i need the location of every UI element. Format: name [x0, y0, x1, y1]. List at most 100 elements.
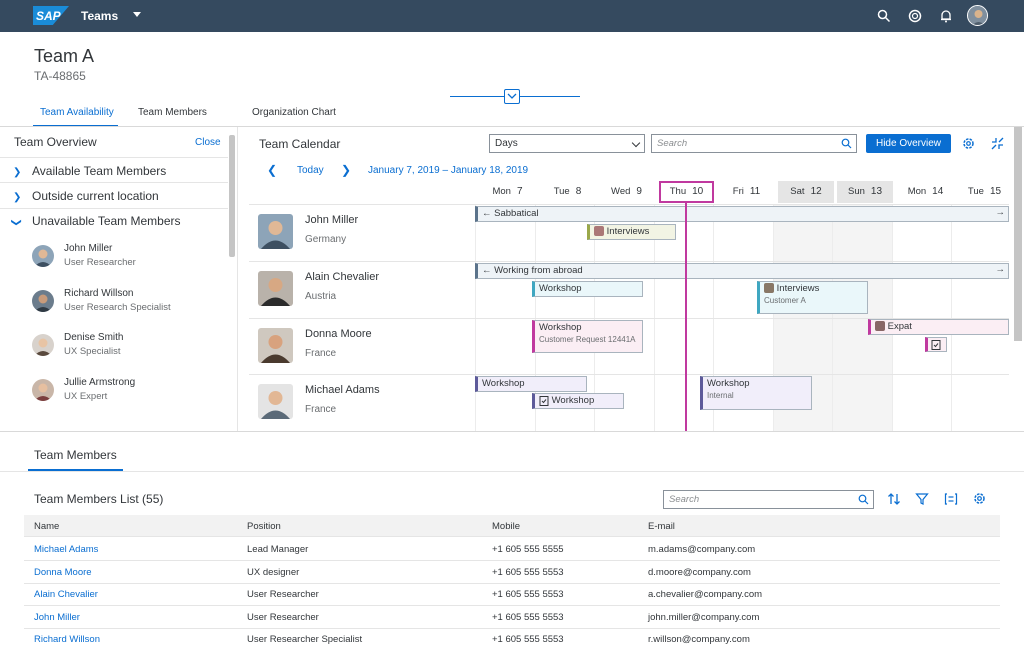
overview-scrollbar[interactable] [229, 135, 235, 257]
cell-mobile: +1 605 555 5553 [492, 589, 564, 600]
notification-bell-icon[interactable] [939, 9, 953, 23]
group-available[interactable]: ❯ Available Team Members [0, 157, 228, 183]
cell-email: john.miller@company.com [648, 612, 760, 623]
sap-logo[interactable]: SAP [33, 6, 69, 25]
person-icon [594, 226, 604, 237]
avatar [32, 245, 54, 267]
person-location: France [305, 404, 337, 415]
person-icon [764, 283, 774, 294]
avatar [258, 271, 293, 306]
day-header-weekend[interactable]: Sat 12 [778, 181, 834, 203]
group-icon[interactable] [944, 492, 958, 506]
person-name: Donna Moore [305, 328, 372, 340]
hide-overview-button[interactable]: Hide Overview [866, 134, 951, 153]
day-header[interactable]: Fri 11 [718, 181, 775, 203]
day-header-today[interactable]: Thu 10 [659, 181, 714, 203]
column-header-position[interactable]: Position [247, 521, 281, 532]
member-role: UX Expert [64, 391, 108, 402]
appointment-expat[interactable]: Expat [868, 319, 1009, 335]
cell-email: r.willson@company.com [648, 634, 750, 645]
member-role: UX Specialist [64, 346, 121, 357]
cell-name-link[interactable]: John Miller [34, 612, 80, 623]
search-icon[interactable] [841, 138, 852, 149]
settings-icon[interactable] [973, 492, 986, 505]
appointment-workshop-customer-request[interactable]: Workshop Customer Request 12441A [532, 320, 643, 353]
cell-name-link[interactable]: Richard Willson [34, 634, 100, 645]
filter-icon[interactable] [915, 492, 929, 506]
view-select-value: Days [495, 138, 518, 149]
cell-name-link[interactable]: Alain Chevalier [34, 589, 98, 600]
user-avatar[interactable] [967, 5, 988, 26]
day-header[interactable]: Mon 7 [479, 181, 536, 203]
search-placeholder: Search [657, 138, 688, 149]
appointment-interviews[interactable]: Interviews [587, 224, 676, 240]
members-search-input[interactable]: Search [663, 490, 874, 509]
avatar [258, 384, 293, 419]
person-location: Germany [305, 234, 347, 245]
column-header-mobile[interactable]: Mobile [492, 521, 520, 532]
day-header[interactable]: Mon 14 [897, 181, 954, 203]
appointment-sabbatical[interactable]: ← Sabbatical → [475, 206, 1009, 222]
cell-mobile: +1 605 555 5553 [492, 634, 564, 645]
member-role: User Researcher [64, 257, 136, 268]
appointment-workshop[interactable]: Workshop [532, 281, 643, 297]
table-row[interactable]: Alain Chevalier User Researcher +1 605 5… [24, 583, 1000, 606]
person-name: Alain Chevalier [305, 271, 379, 283]
calendar-search-input[interactable]: Search [651, 134, 857, 153]
chevron-down-icon [631, 138, 641, 148]
table-title: Team Members List (55) [34, 492, 164, 506]
co-pilot-icon[interactable] [908, 9, 922, 23]
member-name: Richard Willson [64, 288, 134, 299]
day-header[interactable]: Tue 15 [956, 181, 1013, 203]
group-unavailable[interactable]: ❯ Unavailable Team Members [0, 208, 228, 234]
appointment-working-abroad[interactable]: ← Working from abroad → [475, 263, 1009, 279]
section-title: Team Members [34, 448, 117, 462]
search-icon[interactable] [858, 494, 869, 505]
person-location: France [305, 348, 337, 359]
tab-organization-chart[interactable]: Organization Chart [252, 107, 336, 118]
appointment-task[interactable] [925, 337, 947, 352]
appointment-workshop[interactable]: Workshop [475, 376, 587, 392]
day-header[interactable]: Tue 8 [539, 181, 596, 203]
cell-position: User Researcher [247, 612, 319, 623]
view-select[interactable]: Days [489, 134, 645, 153]
table-row[interactable]: John Miller User Researcher +1 605 555 5… [24, 606, 1000, 629]
avatar [32, 379, 54, 401]
shell-bar: SAP Teams [0, 0, 1024, 32]
avatar [258, 328, 293, 363]
table-row[interactable]: Donna Moore UX designer +1 605 555 5553 … [24, 561, 1000, 584]
day-header-weekend[interactable]: Sun 13 [837, 181, 893, 203]
app-menu-chevron-icon[interactable] [133, 12, 141, 17]
chevron-down-icon: ❯ [10, 218, 22, 227]
person-icon [875, 321, 885, 332]
appointment-interviews-customer[interactable]: Interviews Customer A [757, 281, 868, 314]
group-outside-location[interactable]: ❯ Outside current location [0, 183, 228, 209]
member-role: User Research Specialist [64, 302, 171, 313]
cell-name-link[interactable]: Michael Adams [34, 544, 98, 555]
column-header-email[interactable]: E-mail [648, 521, 675, 532]
tab-team-members[interactable]: Team Members [138, 107, 207, 118]
settings-icon[interactable] [962, 137, 975, 150]
previous-arrow-icon[interactable]: ❮ [267, 163, 277, 177]
app-title[interactable]: Teams [81, 9, 118, 23]
divider [249, 261, 1009, 262]
sort-icon[interactable] [887, 492, 901, 506]
close-overview-link[interactable]: Close [195, 137, 221, 148]
search-icon[interactable] [877, 9, 891, 23]
day-header[interactable]: Wed 9 [598, 181, 655, 203]
group-label: Available Team Members [32, 164, 167, 178]
table-row[interactable]: Richard Willson User Researcher Speciali… [24, 628, 1000, 645]
table-row[interactable]: Michael Adams Lead Manager +1 605 555 55… [24, 538, 1000, 561]
cell-name-link[interactable]: Donna Moore [34, 567, 92, 578]
collapse-header-button[interactable] [504, 89, 520, 104]
page-scrollbar[interactable] [1014, 127, 1022, 341]
column-header-name[interactable]: Name [34, 521, 59, 532]
arrow-left-icon: ← [482, 265, 492, 276]
next-arrow-icon[interactable]: ❯ [341, 163, 351, 177]
exit-full-screen-icon[interactable] [991, 137, 1004, 150]
today-button[interactable]: Today [297, 165, 324, 176]
tab-team-availability[interactable]: Team Availability [40, 107, 114, 118]
date-range[interactable]: January 7, 2019 – January 18, 2019 [368, 165, 528, 176]
appointment-workshop-internal[interactable]: Workshop Internal [700, 376, 812, 410]
appointment-workshop-task[interactable]: Workshop [532, 393, 624, 409]
